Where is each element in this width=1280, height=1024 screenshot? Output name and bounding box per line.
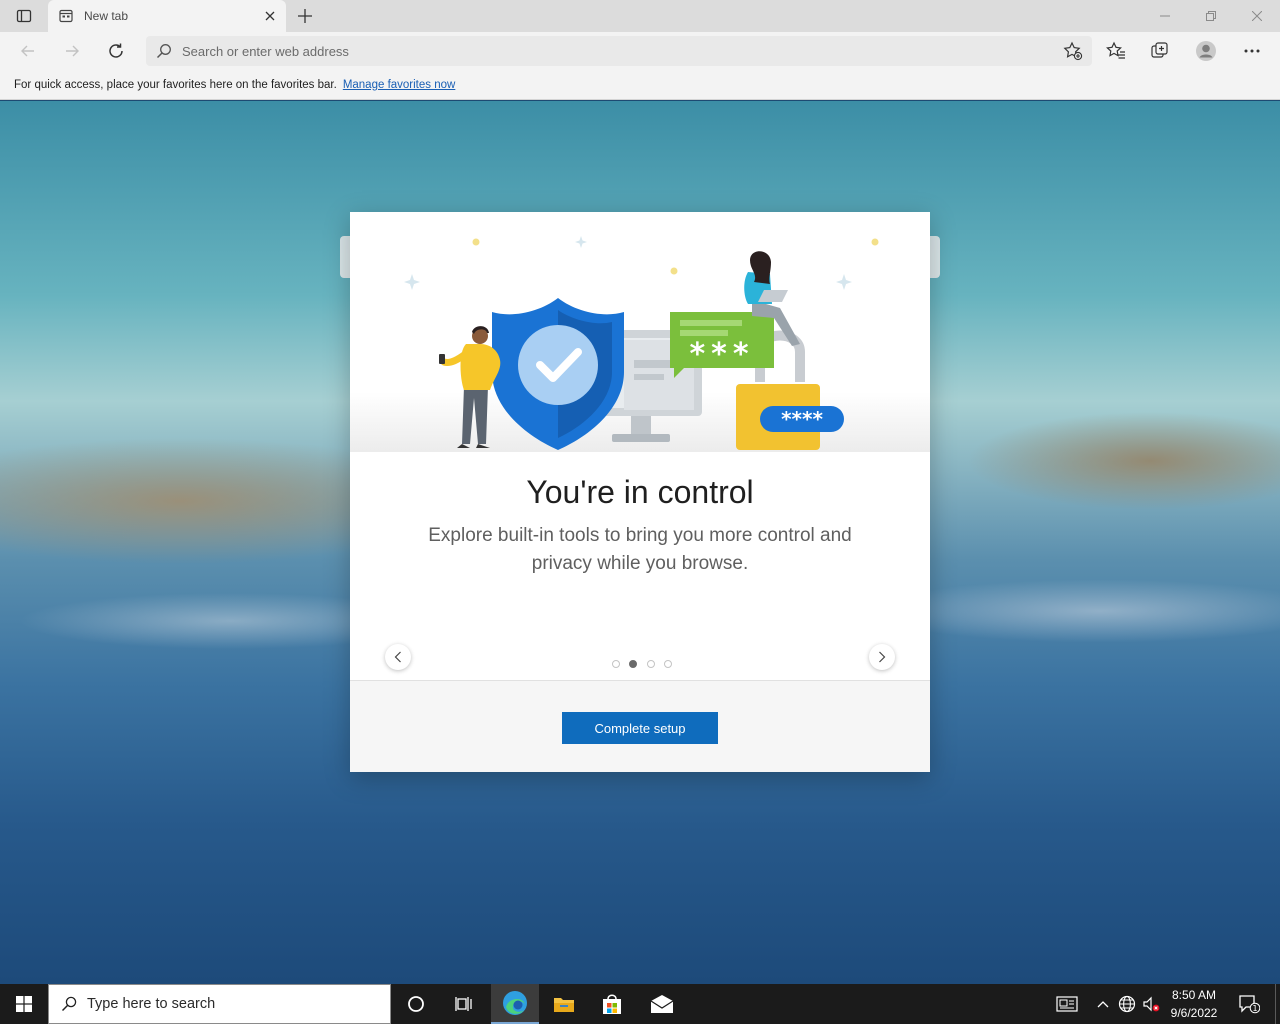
sparkle-icon	[670, 267, 678, 275]
password-badge: ****	[760, 406, 844, 432]
forward-button[interactable]	[57, 36, 87, 66]
favorites-bar-hint: For quick access, place your favorites h…	[14, 78, 337, 91]
favorites-button[interactable]	[1100, 36, 1132, 66]
add-favorite-button[interactable]	[1054, 41, 1092, 61]
address-bar[interactable]: Search or enter web address	[146, 36, 1092, 66]
refresh-button[interactable]	[101, 36, 131, 66]
tab-title: New tab	[84, 9, 129, 23]
minimize-icon	[1160, 15, 1170, 17]
windows-logo-icon	[16, 996, 32, 1012]
search-icon	[61, 996, 77, 1012]
arrow-right-icon	[66, 45, 79, 57]
sparkle-icon	[404, 274, 420, 290]
password-badge-text: ****	[781, 407, 823, 431]
new-tab-button[interactable]	[292, 4, 318, 28]
volume-muted-button[interactable]	[1140, 984, 1162, 1024]
plus-icon	[298, 9, 312, 23]
sparkle-icon	[836, 274, 852, 290]
carousel-dot[interactable]	[646, 660, 655, 668]
sparkle-icon	[871, 238, 879, 246]
dialog-footer: Complete setup	[350, 680, 930, 772]
refresh-icon	[109, 43, 123, 58]
new-tab-page-icon	[59, 9, 73, 23]
cortana-button[interactable]	[392, 984, 440, 1024]
settings-more-button[interactable]	[1236, 36, 1268, 66]
close-icon	[1252, 11, 1262, 21]
chevron-up-icon	[1097, 1001, 1109, 1008]
collections-icon	[1151, 42, 1168, 58]
star-add-icon	[1063, 41, 1083, 61]
news-icon	[1056, 996, 1078, 1012]
manage-favorites-link[interactable]: Manage favorites now	[343, 79, 456, 91]
show-desktop-button[interactable]	[1275, 984, 1280, 1024]
task-view-icon	[455, 997, 472, 1011]
dialog-title: You're in control	[526, 474, 754, 510]
start-button[interactable]	[0, 984, 48, 1024]
tab-new-tab[interactable]: New tab	[48, 0, 286, 32]
favorites-bar: For quick access, place your favorites h…	[0, 70, 1280, 100]
more-icon	[1244, 49, 1260, 53]
restore-icon	[1206, 11, 1216, 21]
minimize-button[interactable]	[1142, 0, 1188, 32]
taskbar-mail-button[interactable]	[638, 984, 686, 1024]
cortana-icon	[408, 996, 424, 1012]
carousel-previous-button[interactable]	[385, 644, 411, 670]
setup-dialog: **** *** You're in control Explore built…	[350, 212, 930, 772]
taskbar-file-explorer-button[interactable]	[540, 984, 588, 1024]
taskbar-edge-button[interactable]	[491, 984, 539, 1024]
taskbar-clock[interactable]: 8:50 AM 9/6/2022	[1164, 984, 1224, 1024]
tab-actions-icon	[16, 9, 32, 23]
avatar-icon	[1196, 41, 1216, 61]
taskbar-search-placeholder: Type here to search	[87, 996, 216, 1012]
news-and-interests-button[interactable]	[1052, 984, 1082, 1024]
task-view-button[interactable]	[440, 984, 488, 1024]
close-window-button[interactable]	[1234, 0, 1280, 32]
carousel-page-indicator	[612, 660, 672, 668]
chevron-left-icon	[394, 651, 401, 663]
edge-browser-icon	[503, 991, 527, 1015]
carousel-dot[interactable]	[612, 660, 620, 668]
back-button[interactable]	[13, 36, 43, 66]
tab-close-button[interactable]	[258, 4, 282, 28]
restore-button[interactable]	[1188, 0, 1234, 32]
carousel-dot-active[interactable]	[629, 660, 638, 668]
collections-button[interactable]	[1144, 36, 1176, 66]
taskbar-store-button[interactable]	[588, 984, 636, 1024]
action-center-button[interactable]: 1	[1234, 984, 1264, 1024]
taskbar-search-box[interactable]: Type here to search	[48, 984, 391, 1024]
globe-icon	[1118, 995, 1136, 1013]
profile-button[interactable]	[1190, 36, 1222, 66]
notification-icon: 1	[1239, 995, 1260, 1014]
chevron-right-icon	[879, 651, 886, 663]
clock-time: 8:50 AM	[1171, 988, 1217, 1002]
notification-count: 1	[1252, 1004, 1257, 1013]
dialog-description: Explore built-in tools to bring you more…	[428, 525, 852, 574]
close-icon	[265, 11, 275, 21]
address-bar-placeholder: Search or enter web address	[182, 43, 349, 59]
browser-toolbar: Search or enter web address	[0, 32, 1280, 70]
sparkle-icon	[575, 236, 587, 248]
sparkle-icon	[472, 238, 480, 246]
taskbar: Type here to search 8:50 AM 9/6/2022 1	[0, 984, 1280, 1024]
arrow-left-icon	[21, 45, 34, 57]
favorites-icon	[1106, 41, 1125, 59]
carousel-dot[interactable]	[663, 660, 672, 668]
speaker-muted-icon	[1143, 996, 1160, 1012]
chat-bubble-text: ***	[689, 337, 754, 372]
tab-actions-menu-button[interactable]	[8, 6, 40, 26]
carousel-next-button[interactable]	[869, 644, 895, 670]
tab-strip: New tab	[0, 0, 1280, 32]
network-status-button[interactable]	[1116, 984, 1138, 1024]
folder-icon	[554, 998, 574, 1012]
show-hidden-icons-button[interactable]	[1094, 984, 1112, 1024]
shield-check-icon	[492, 298, 624, 450]
person-with-phone-illustration	[439, 326, 501, 448]
privacy-illustration: **** ***	[350, 212, 930, 452]
clock-date: 9/6/2022	[1170, 1006, 1218, 1020]
mail-icon	[650, 995, 674, 1013]
search-icon	[146, 43, 182, 59]
store-bag-icon	[603, 994, 621, 1014]
complete-setup-button[interactable]: Complete setup	[562, 712, 718, 744]
